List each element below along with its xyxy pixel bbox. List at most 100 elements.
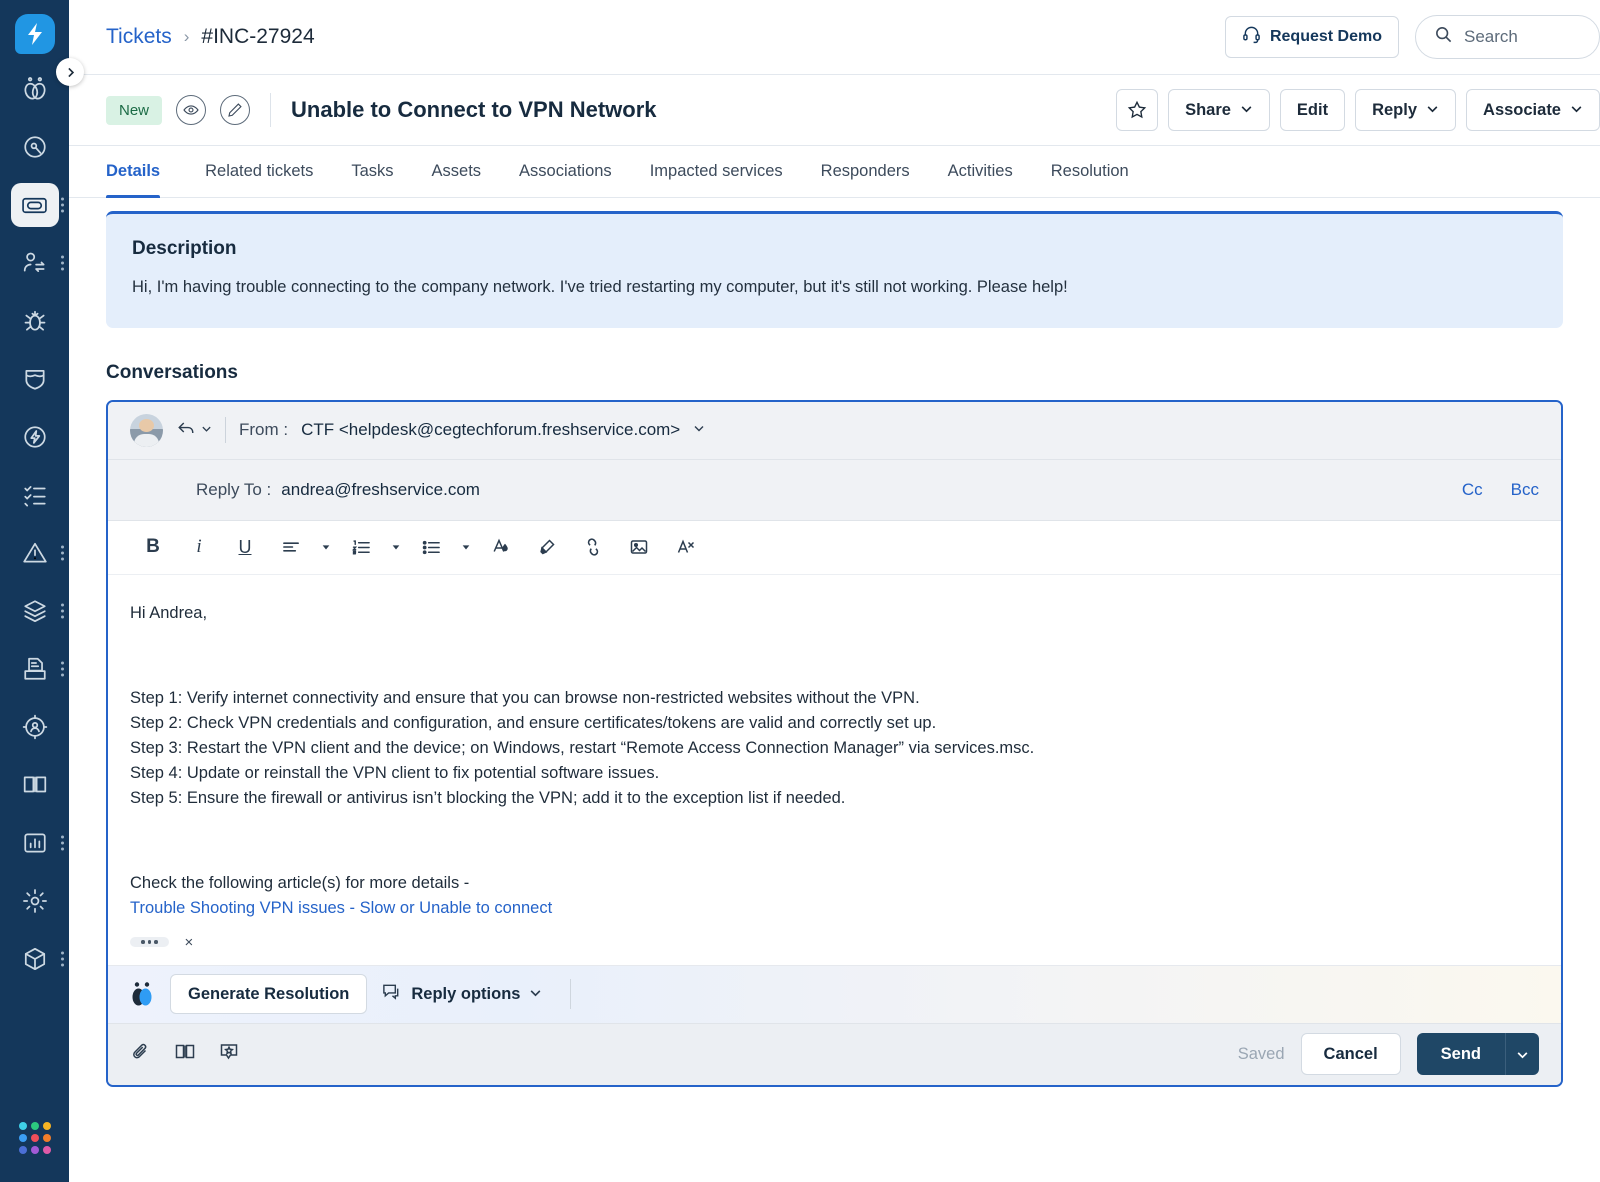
compass-icon [12, 127, 58, 167]
underline-icon[interactable]: U [222, 527, 268, 567]
left-nav-rail [0, 0, 84, 1182]
bolt-circle-icon [12, 417, 58, 457]
tab-activities[interactable]: Activities [929, 146, 1032, 197]
from-chevron-down-icon[interactable] [693, 421, 705, 439]
request-demo-button[interactable]: Request Demo [1224, 16, 1399, 58]
rail-item-alerts[interactable] [0, 524, 69, 582]
close-icon[interactable]: × [185, 934, 194, 951]
associate-button-label: Associate [1483, 100, 1561, 119]
italic-icon[interactable]: i [176, 527, 222, 567]
editor-link-line[interactable]: Trouble Shooting VPN issues - Slow or Un… [130, 896, 1539, 921]
rail-item-menu-icon[interactable] [61, 661, 64, 677]
edit-button[interactable]: Edit [1279, 89, 1346, 131]
clear-format-icon[interactable] [662, 527, 708, 567]
pencil-icon[interactable] [220, 95, 251, 125]
tab-impacted-services[interactable]: Impacted services [631, 146, 802, 197]
tab-associations[interactable]: Associations [500, 146, 631, 197]
editor-blank-line [130, 626, 1539, 656]
solution-article-link[interactable]: Trouble Shooting VPN issues - Slow or Un… [130, 899, 552, 917]
tab-details[interactable]: Details [106, 146, 186, 198]
breadcrumb-parent-link[interactable]: Tickets [106, 25, 172, 49]
app-root: Tickets › #INC-27924 Request Demo Search… [0, 0, 1600, 1182]
bcc-button[interactable]: Bcc [1511, 480, 1539, 500]
app-dot [30, 1134, 39, 1142]
rail-item-menu-icon[interactable] [61, 603, 64, 619]
rail-item-problems[interactable] [0, 292, 69, 350]
rail-item-solutions[interactable] [0, 756, 69, 814]
composer-footer-actions: Saved Cancel Send [1237, 1033, 1539, 1076]
status-badge: New [106, 95, 163, 125]
caret-down-icon[interactable] [384, 527, 408, 567]
star-icon[interactable] [1116, 89, 1159, 131]
tab-related-tickets[interactable]: Related tickets [186, 146, 332, 197]
freddy-ai-bar: Generate Resolution Reply options [108, 964, 1561, 1023]
rail-item-menu-icon[interactable] [61, 545, 64, 561]
divider [225, 417, 226, 444]
rail-item-releases[interactable] [0, 408, 69, 466]
image-icon[interactable] [616, 527, 662, 567]
ticket-content: Description Hi, I'm having trouble conne… [69, 198, 1600, 1182]
rail-item-discovery[interactable] [0, 118, 69, 176]
eye-icon[interactable] [176, 95, 207, 125]
ellipsis-icon[interactable] [130, 937, 169, 947]
editor-blank-line [130, 656, 1539, 686]
rail-item-marketplace[interactable] [0, 930, 69, 988]
caret-down-icon[interactable] [454, 527, 478, 567]
rail-item-admin[interactable] [0, 872, 69, 930]
rail-item-analytics[interactable] [0, 814, 69, 872]
reply-to-value[interactable]: andrea@freshservice.com [281, 480, 480, 500]
app-dot [42, 1146, 51, 1154]
tab-tasks[interactable]: Tasks [332, 146, 412, 197]
rail-item-menu-icon[interactable] [61, 197, 64, 213]
editor-body[interactable]: Hi Andrea, Step 1: Verify internet connec… [108, 575, 1561, 922]
bug-icon [12, 301, 58, 341]
bold-icon[interactable]: B [130, 527, 176, 567]
caret-down-icon[interactable] [314, 527, 338, 567]
bullet-list-icon[interactable] [408, 527, 454, 567]
freshservice-bolt-logo-icon[interactable] [14, 14, 55, 54]
ordered-list-icon[interactable] [338, 527, 384, 567]
rail-item-assets[interactable] [0, 582, 69, 640]
tab-assets[interactable]: Assets [413, 146, 501, 197]
cc-button[interactable]: Cc [1462, 480, 1483, 500]
tab-resolution[interactable]: Resolution [1032, 146, 1148, 197]
reply-options-button[interactable]: Reply options [381, 982, 542, 1007]
from-value[interactable]: CTF <helpdesk@cegtechforum.freshservice.… [301, 420, 680, 440]
paperclip-icon[interactable] [130, 1041, 152, 1068]
tab-responders[interactable]: Responders [802, 146, 929, 197]
sidebar-collapse-button[interactable] [56, 58, 84, 86]
editor-text-line: Check the following article(s) for more … [130, 874, 470, 893]
cancel-button[interactable]: Cancel [1300, 1033, 1401, 1076]
reply-type-selector[interactable] [176, 419, 212, 442]
saved-status: Saved [1237, 1044, 1285, 1063]
link-icon[interactable] [570, 527, 616, 567]
chevron-down-icon [1240, 101, 1253, 120]
send-options-chevron-down-icon[interactable] [1505, 1033, 1539, 1076]
rail-item-menu-icon[interactable] [61, 255, 64, 271]
rail-item-requesters[interactable] [0, 234, 69, 292]
reply-button[interactable]: Reply [1355, 89, 1457, 131]
font-color-icon[interactable] [478, 527, 524, 567]
highlighter-icon[interactable] [524, 527, 570, 567]
rail-item-tickets[interactable] [0, 176, 69, 234]
align-left-icon[interactable] [268, 527, 314, 567]
alert-triangle-icon [12, 533, 58, 573]
associate-button[interactable]: Associate [1466, 89, 1600, 131]
rail-item-contracts[interactable] [0, 640, 69, 698]
reply-composer: From : CTF <helpdesk@cegtechforum.freshs… [106, 399, 1563, 1087]
generate-resolution-button[interactable]: Generate Resolution [170, 974, 368, 1015]
share-button[interactable]: Share [1168, 89, 1270, 131]
from-label: From : [239, 420, 289, 440]
user-switch-icon [12, 243, 58, 283]
rail-item-onboarding[interactable] [0, 698, 69, 756]
send-button[interactable]: Send [1416, 1033, 1505, 1076]
cube-icon [12, 939, 58, 979]
search-input[interactable]: Search [1415, 15, 1600, 59]
rail-item-menu-icon[interactable] [61, 951, 64, 967]
canned-response-icon[interactable] [218, 1041, 240, 1068]
book-icon[interactable] [174, 1041, 196, 1068]
rail-item-tasks[interactable] [0, 466, 69, 524]
rail-item-changes[interactable] [0, 350, 69, 408]
app-switcher-grid-icon[interactable] [18, 1122, 51, 1154]
rail-item-menu-icon[interactable] [61, 835, 64, 851]
